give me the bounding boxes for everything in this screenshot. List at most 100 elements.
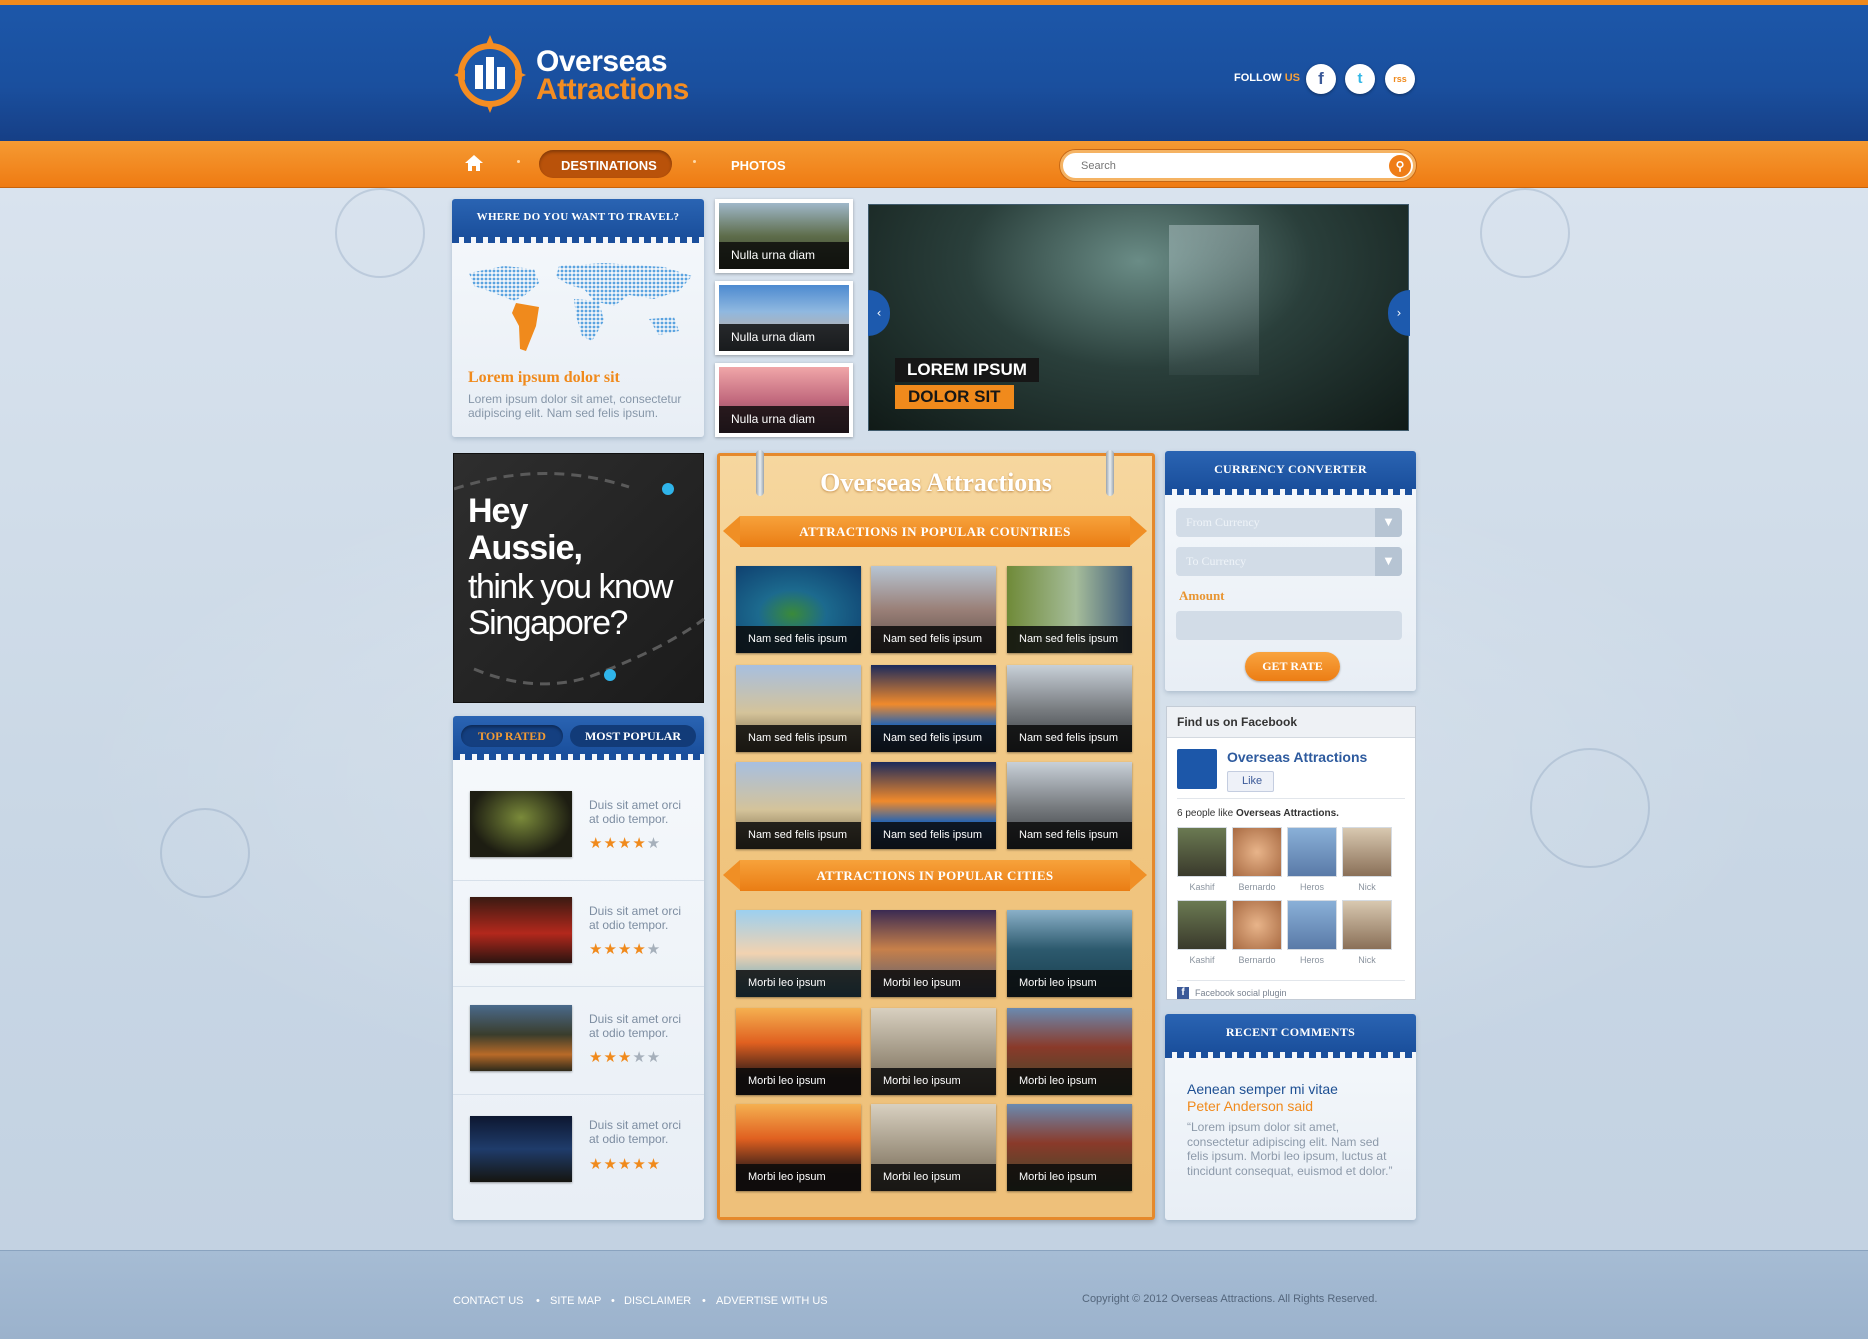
comment-author[interactable]: Peter Anderson said [1187,1098,1313,1114]
hero-slider[interactable]: LOREM IPSUM DOLOR SIT [868,204,1409,431]
nav-item-destinations[interactable]: DESTINATIONS [561,158,657,173]
avatar[interactable] [1232,900,1282,950]
footer-link-sitemap[interactable]: SITE MAP [550,1295,601,1307]
attraction-caption: Morbi leo ipsum [871,1068,996,1095]
divider [1177,980,1405,981]
search-icon[interactable]: ⚲ [1389,155,1411,177]
country-attraction[interactable]: Nam sed felis ipsum [871,566,996,653]
avatar-name: Bernardo [1238,955,1276,965]
country-attraction[interactable]: Nam sed felis ipsum [1007,762,1132,849]
footer-link-disclaimer[interactable]: DISCLAIMER [624,1295,691,1307]
facebook-widget: Find us on Facebook Overseas Attractions… [1166,706,1416,1000]
rating-stars: ★★★★★ [589,834,662,852]
country-attraction[interactable]: Nam sed felis ipsum [736,762,861,849]
attraction-caption: Morbi leo ipsum [736,1164,861,1191]
rated-item-image-3[interactable] [470,1005,572,1071]
singapore-ad-banner[interactable]: Hey Aussie, think you know Singapore? [453,453,705,703]
footer-link-contact[interactable]: CONTACT US [453,1295,524,1307]
footer-link-advertise[interactable]: ADVERTISE WITH US [716,1295,828,1307]
chevron-down-icon[interactable]: ▼ [1375,508,1402,537]
divider [453,1094,704,1095]
facebook-page-avatar[interactable] [1177,749,1217,789]
country-attraction[interactable]: Nam sed felis ipsum [736,566,861,653]
nav-separator [517,160,520,163]
home-icon[interactable] [464,154,484,172]
thumbnail-caption: Nulla urna diam [719,324,849,351]
thumbnail-1[interactable]: Nulla urna diam [715,199,853,273]
facebook-small-icon: f [1177,987,1189,999]
get-rate-button[interactable]: GET RATE [1245,652,1340,681]
avatar[interactable] [1287,827,1337,877]
city-attraction[interactable]: Morbi leo ipsum [736,910,861,997]
attraction-caption: Nam sed felis ipsum [736,822,861,849]
facebook-plugin-label[interactable]: Facebook social plugin [1195,988,1287,998]
attraction-caption: Morbi leo ipsum [736,970,861,997]
world-map[interactable] [464,261,694,356]
avatar[interactable] [1342,827,1392,877]
city-attraction[interactable]: Morbi leo ipsum [736,1104,861,1191]
city-attraction[interactable]: Morbi leo ipsum [1007,910,1132,997]
country-attraction[interactable]: Nam sed felis ipsum [736,665,861,752]
rated-item-image-2[interactable] [470,897,572,963]
city-attraction[interactable]: Morbi leo ipsum [871,1104,996,1191]
rss-icon[interactable]: rss [1385,64,1415,94]
thumbnail-3[interactable]: Nulla urna diam [715,363,853,437]
avatar-name: Kashif [1189,882,1215,892]
facebook-icon[interactable]: f [1306,64,1336,94]
avatar-name: Nick [1358,955,1376,965]
thumbnail-2[interactable]: Nulla urna diam [715,281,853,355]
logo-icon[interactable] [454,35,526,113]
attraction-caption: Morbi leo ipsum [736,1068,861,1095]
search-input[interactable] [1060,150,1416,181]
attraction-caption: Morbi leo ipsum [1007,970,1132,997]
country-attraction[interactable]: Nam sed felis ipsum [871,665,996,752]
divider [453,880,704,881]
facebook-like-count: 6 people like Overseas Attractions. [1177,808,1339,819]
city-attraction[interactable]: Morbi leo ipsum [1007,1008,1132,1095]
comment-text: “Lorem ipsum dolor sit amet, consectetur… [1187,1120,1393,1178]
rating-stars: ★★★★★ [589,1048,662,1066]
avatar[interactable] [1232,827,1282,877]
avatar[interactable] [1177,827,1227,877]
amount-input[interactable] [1176,611,1402,640]
attraction-caption: Morbi leo ipsum [871,970,996,997]
logo-text-line2[interactable]: Attractions [536,73,689,107]
nav-item-photos[interactable]: PHOTOS [731,158,786,173]
rating-stars: ★★★★★ [589,940,662,958]
chevron-down-icon[interactable]: ▼ [1375,547,1402,576]
city-attraction[interactable]: Morbi leo ipsum [1007,1104,1132,1191]
tab-top-rated[interactable]: TOP RATED [461,725,563,747]
countries-ribbon: ATTRACTIONS IN POPULAR COUNTRIES [723,516,1147,547]
footer-separator: • [611,1295,615,1307]
twitter-icon[interactable]: t [1345,64,1375,94]
avatar-name: Bernardo [1238,882,1276,892]
ad-line2: Aussie, [468,529,583,567]
thumbnail-caption: Nulla urna diam [719,406,849,433]
ad-line3: think you know [468,568,673,606]
attraction-caption: Nam sed felis ipsum [736,725,861,752]
to-currency-select[interactable]: To Currency ▼ [1176,547,1402,576]
avatar[interactable] [1177,900,1227,950]
compass-rose-decoration [335,188,425,278]
country-attraction[interactable]: Nam sed felis ipsum [1007,665,1132,752]
country-attraction[interactable]: Nam sed felis ipsum [871,762,996,849]
rated-item-image-1[interactable] [470,791,572,857]
copyright: Copyright © 2012 Overseas Attractions. A… [1082,1293,1378,1305]
recent-comments-panel: RECENT COMMENTS Aenean semper mi vitae P… [1165,1014,1416,1220]
divider [453,986,704,987]
facebook-page-name[interactable]: Overseas Attractions [1227,749,1367,765]
attraction-caption: Nam sed felis ipsum [871,725,996,752]
avatar[interactable] [1342,900,1392,950]
country-attraction[interactable]: Nam sed felis ipsum [1007,566,1132,653]
tab-most-popular[interactable]: MOST POPULAR [570,725,696,747]
city-attraction[interactable]: Morbi leo ipsum [871,1008,996,1095]
comment-title[interactable]: Aenean semper mi vitae [1187,1081,1338,1097]
rated-item-image-4[interactable] [470,1116,572,1182]
from-currency-select[interactable]: From Currency ▼ [1176,508,1402,537]
avatar[interactable] [1287,900,1337,950]
travel-panel-title: Lorem ipsum dolor sit [468,369,620,386]
facebook-heading: Find us on Facebook [1167,707,1415,738]
city-attraction[interactable]: Morbi leo ipsum [871,910,996,997]
city-attraction[interactable]: Morbi leo ipsum [736,1008,861,1095]
facebook-like-button[interactable]: Like [1227,771,1274,792]
